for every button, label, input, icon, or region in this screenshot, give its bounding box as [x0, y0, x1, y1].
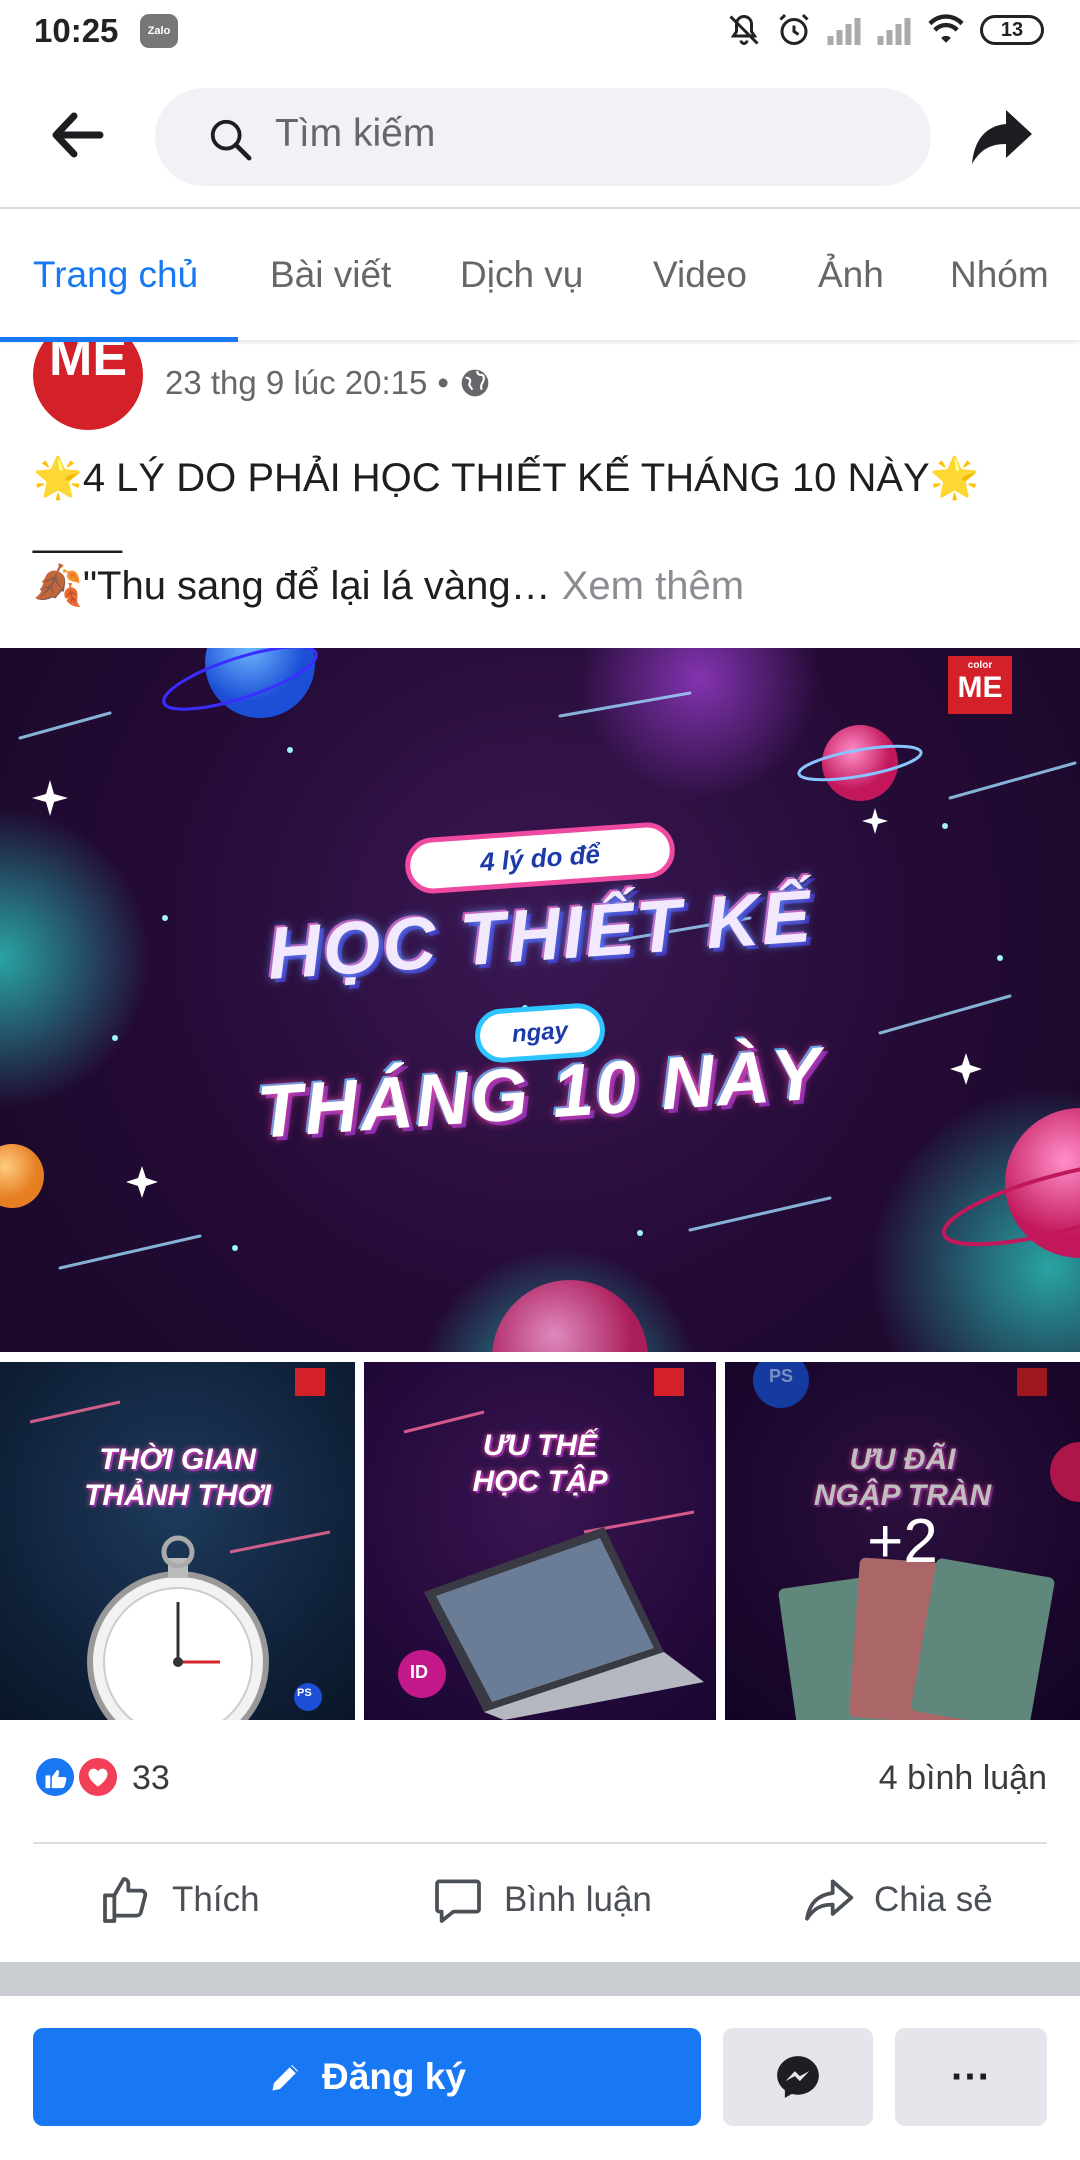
like-button[interactable]: Thích: [98, 1872, 260, 1928]
like-label: Thích: [172, 1880, 260, 1919]
bottom-action-bar: Đăng ký ···: [0, 1996, 1080, 2160]
battery-icon: 13: [980, 15, 1044, 45]
post-line-3: 🍂"Thu sang để lại lá vàng… Xem thêm: [33, 558, 1043, 614]
comment-button[interactable]: Bình luận: [430, 1872, 652, 1928]
search-input[interactable]: Tìm kiếm: [155, 88, 931, 186]
status-bar: 10:25 Zalo 13: [0, 0, 1080, 66]
post-thumbnail-1[interactable]: THỜI GIAN THẢNH THƠI PS: [0, 1362, 355, 1720]
leaf-emoji-icon: 🍂: [33, 564, 83, 608]
thumb-title-1: THỜI GIAN THẢNH THƠI: [0, 1442, 355, 1514]
star-emoji-icon: 🌟: [33, 456, 83, 500]
share-arrow-icon: [972, 110, 1032, 164]
stopwatch-illustration: [29, 1400, 331, 1720]
thumb-title-2-line-2: HỌC TẬP: [472, 1465, 608, 1498]
signup-label: Đăng ký: [322, 2056, 466, 2097]
thumb-logo: [654, 1368, 684, 1396]
post-timestamp[interactable]: 23 thg 9 lúc 20:15: [165, 364, 427, 402]
post-excerpt: "Thu sang để lại lá vàng…: [82, 564, 551, 608]
share-icon: [805, 1879, 854, 1921]
wifi-icon: [928, 14, 964, 43]
post-text: 🌟4 LÝ DO PHẢI HỌC THIẾT KẾ THÁNG 10 NÀY🌟…: [33, 450, 1043, 614]
tab-home[interactable]: Trang chủ: [33, 254, 198, 296]
back-button[interactable]: [48, 110, 108, 160]
post-meta: 23 thg 9 lúc 20:15 •: [165, 364, 491, 402]
page-tabs: Trang chủ Bài viết Dịch vụ Video Ảnh Nhó…: [0, 207, 1080, 342]
brand-logo-small: color: [967, 660, 993, 671]
status-time: 10:25: [34, 12, 119, 49]
messenger-icon: [777, 2056, 819, 2098]
comment-count[interactable]: 4 bình luận: [879, 1759, 1047, 1798]
reactions-row: 33 4 bình luận: [0, 1755, 1080, 1807]
tab-photos[interactable]: Ảnh: [818, 254, 884, 296]
share-page-button[interactable]: [970, 106, 1034, 166]
globe-icon: [461, 369, 489, 397]
post-line-2: ____: [33, 510, 122, 554]
divider: [33, 1842, 1047, 1844]
zalo-icon: Zalo: [140, 14, 178, 48]
more-photos-overlay[interactable]: +2: [725, 1362, 1080, 1720]
brand-logo-text: ME: [957, 671, 1003, 704]
reaction-count[interactable]: 33: [132, 1759, 170, 1798]
comment-label: Bình luận: [504, 1880, 652, 1919]
share-label: Chia sẻ: [874, 1880, 993, 1919]
star-emoji-icon: 🌟: [929, 456, 980, 500]
signup-button[interactable]: Đăng ký: [33, 2028, 701, 2126]
thumb-title-1-line-1: THỜI GIAN: [99, 1443, 256, 1476]
thumb-title-2-line-1: ƯU THẾ: [482, 1429, 598, 1462]
post-actions: Thích Bình luận Chia sẻ: [0, 1852, 1080, 1952]
mute-icon: [729, 14, 759, 45]
section-gap: [0, 1962, 1080, 1996]
brand-logo: color ME: [948, 656, 1012, 714]
more-options-button[interactable]: ···: [895, 2028, 1047, 2126]
comment-icon: [435, 1879, 481, 1923]
tab-groups[interactable]: Nhóm: [950, 254, 1049, 296]
thumb-title-1-line-2: THẢNH THƠI: [84, 1479, 271, 1512]
post-thumbnail-2[interactable]: ƯU THẾ HỌC TẬP ID: [364, 1362, 716, 1720]
tab-posts[interactable]: Bài viết: [270, 254, 391, 296]
post-header: ME 23 thg 9 lúc 20:15 •: [0, 320, 1080, 440]
post-thumbnail-3[interactable]: ƯU ĐÃI NGẬP TRÀN PS +2: [725, 1362, 1080, 1720]
alarm-icon: [779, 13, 809, 45]
top-bar: Tìm kiếm: [0, 66, 1080, 206]
like-reaction-icon: [33, 1755, 77, 1799]
signal-icon: [827, 18, 861, 45]
thumb-title-2: ƯU THẾ HỌC TẬP: [364, 1428, 716, 1500]
pencil-icon: [272, 2065, 299, 2091]
post-headline: 4 LÝ DO PHẢI HỌC THIẾT KẾ THÁNG 10 NÀY: [82, 456, 930, 500]
search-icon: [210, 119, 252, 161]
share-button[interactable]: Chia sẻ: [800, 1872, 993, 1928]
see-more-link[interactable]: Xem thêm: [562, 564, 744, 608]
signal-icon-2: [877, 18, 911, 45]
post-line-1: 🌟4 LÝ DO PHẢI HỌC THIẾT KẾ THÁNG 10 NÀY🌟: [33, 450, 1043, 506]
meta-separator: •: [437, 364, 449, 401]
post-main-image[interactable]: color ME 4 lý do để HỌC THIẾT KẾ ngay TH…: [0, 648, 1080, 1352]
love-reaction-icon: [76, 1755, 120, 1799]
id-badge: ID: [410, 1662, 428, 1682]
active-tab-indicator: [0, 337, 238, 342]
tab-video[interactable]: Video: [653, 254, 747, 296]
thumb-logo: [295, 1368, 325, 1396]
search-placeholder: Tìm kiếm: [275, 112, 436, 155]
status-icons: 13: [726, 12, 1044, 48]
thumbs-up-icon: [103, 1877, 148, 1923]
tab-services[interactable]: Dịch vụ: [460, 254, 583, 296]
back-arrow-icon: [52, 112, 104, 158]
ps-badge: PS: [297, 1687, 312, 1699]
messenger-button[interactable]: [723, 2028, 873, 2126]
